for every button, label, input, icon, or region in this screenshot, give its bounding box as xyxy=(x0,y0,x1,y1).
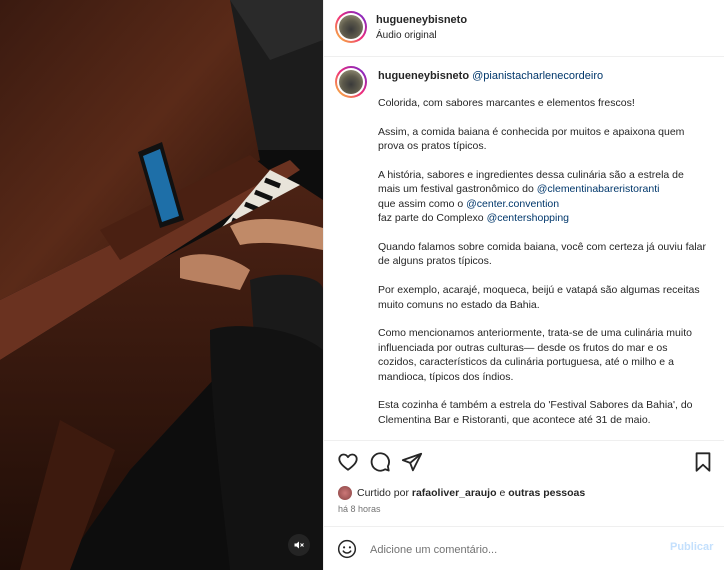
caption-paragraph: A história, sabores e ingredientes dessa… xyxy=(378,168,708,226)
comment-icon[interactable] xyxy=(369,451,391,473)
video-player[interactable] xyxy=(0,0,323,570)
audio-label[interactable]: Áudio original xyxy=(376,30,437,41)
caption-username[interactable]: hugueneybisneto xyxy=(378,70,469,82)
heart-icon[interactable] xyxy=(337,451,359,473)
muted-speaker-icon xyxy=(294,541,304,549)
caption-paragraph: Por exemplo, acarajé, moqueca, beijú e v… xyxy=(378,284,700,311)
caption-paragraph: Esta cozinha é também a estrela do 'Fest… xyxy=(378,399,693,426)
liker-avatar[interactable] xyxy=(338,486,352,500)
mute-button[interactable] xyxy=(288,534,310,556)
likes-prefix: Curtido por xyxy=(357,487,409,499)
other-likers-link[interactable]: outras pessoas xyxy=(508,487,585,499)
caption-text-span: que assim como o xyxy=(378,197,467,210)
caption-avatar[interactable] xyxy=(335,66,367,98)
publish-button[interactable]: Publicar xyxy=(670,541,713,553)
caption-paragraph: Como mencionamos anteriormente, trata-se… xyxy=(378,327,692,383)
emoji-icon[interactable] xyxy=(337,539,357,559)
piano-video-frame xyxy=(0,0,323,570)
mention-centershopping[interactable]: @centershopping xyxy=(487,212,569,224)
caption-paragraph: Assim, a comida baiana é conhecida por m… xyxy=(378,125,685,153)
liker-username[interactable]: rafaoliver_araujo xyxy=(412,487,497,499)
post-timestamp[interactable]: há 8 horas xyxy=(338,504,381,514)
likes-summary: Curtido por rafaoliver_araujo e outras p… xyxy=(338,485,585,501)
author-username[interactable]: hugueneybisneto xyxy=(376,14,467,26)
mention-pianist[interactable]: @pianistacharlenecordeiro xyxy=(472,70,603,82)
caption-paragraph: Colorida, com sabores marcantes e elemen… xyxy=(378,97,635,109)
mention-clementina[interactable]: @clementinabareristoranti xyxy=(537,183,660,195)
comment-input[interactable] xyxy=(368,539,652,561)
mention-center-convention[interactable]: @center.convention xyxy=(466,198,559,210)
caption-header: hugueneybisneto @pianistacharlenecordeir… xyxy=(378,70,603,82)
author-avatar[interactable] xyxy=(335,11,367,43)
paper-plane-icon[interactable] xyxy=(401,451,423,473)
bookmark-icon[interactable] xyxy=(692,451,714,473)
caption-text-span: faz parte do Complexo xyxy=(378,212,487,225)
likes-conjunction: e xyxy=(499,487,506,499)
post-header: hugueneybisneto Áudio original xyxy=(324,0,724,57)
caption-text: Colorida, com sabores marcantes e elemen… xyxy=(378,96,708,440)
caption-paragraph: Quando falamos sobre comida baiana, você… xyxy=(378,241,707,268)
post-panel: hugueneybisneto Áudio original hugueneyb… xyxy=(323,0,724,570)
comment-bar: Publicar xyxy=(324,526,724,571)
caption-scroll-area[interactable]: hugueneybisneto @pianistacharlenecordeir… xyxy=(324,57,724,440)
